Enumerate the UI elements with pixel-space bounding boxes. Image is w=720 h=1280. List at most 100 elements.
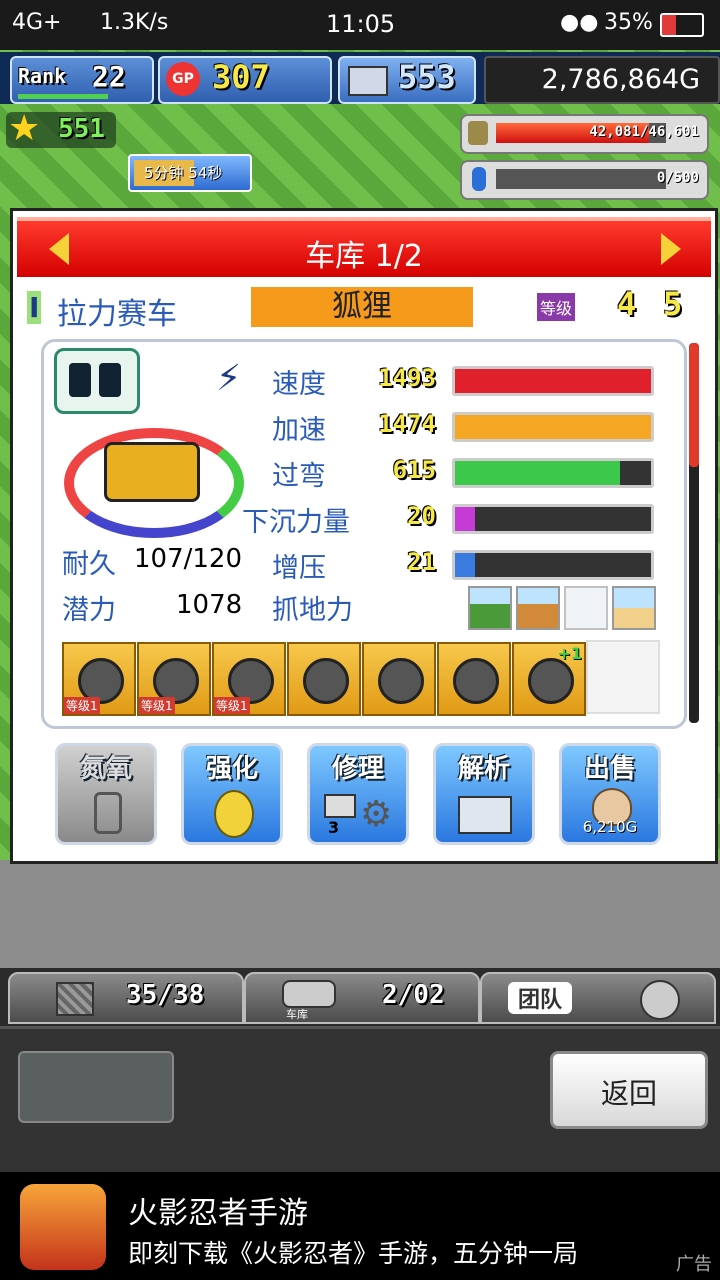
timer-text: 5分钟 54秒 (144, 164, 223, 182)
rank-progress-icon (18, 94, 108, 99)
scrollbar-thumb[interactable] (689, 343, 699, 467)
stat-label: 加速 (272, 415, 326, 446)
repair-label: 修理 (331, 754, 384, 784)
water-icon (472, 167, 486, 191)
part-graphic (303, 658, 349, 704)
stat-bar (452, 550, 654, 580)
grip-label: 抓地力 (272, 595, 353, 626)
durability-value: 107/120 (134, 544, 243, 574)
battery-icon (660, 13, 704, 37)
tab-garage[interactable]: 车库 2/02 (244, 972, 480, 1024)
stat-label: 增压 (272, 553, 326, 584)
stat-label: 下沉力量 (242, 507, 350, 538)
gear-icon: ⚙ (360, 794, 393, 835)
stat-value: 20 (407, 502, 436, 530)
potential-label: 潜力 (62, 595, 116, 626)
analyzer-icon (458, 796, 512, 834)
nitro-button[interactable]: 氮氧 (55, 743, 157, 845)
bottom-panel: 返回 (0, 1026, 720, 1175)
nitro-label: 氮氧 (79, 754, 132, 784)
sell-label: 出售 (583, 754, 636, 784)
stat-bar-fill (455, 553, 475, 577)
car-type: 拉力赛车 (57, 297, 177, 332)
info-slot[interactable] (18, 1051, 174, 1123)
stat-bar (452, 458, 654, 488)
stats-panel: ⚡ 速度 1493 加速 1474 过弯 615 下沉力量 20 增压 21 耐久 107/120… (41, 339, 687, 729)
part-graphic (528, 658, 574, 704)
analyze-label: 解析 (457, 754, 510, 784)
brake-part-icon[interactable]: 等级1 (212, 642, 286, 716)
ad-app-icon[interactable] (20, 1184, 106, 1270)
grip-dirt-icon (516, 586, 560, 630)
part-graphic (453, 658, 499, 704)
road-area (0, 860, 720, 970)
clock: 11:05 (326, 10, 396, 38)
rank-label: Rank (18, 64, 67, 88)
tire-part-icon[interactable]: 等级1 (137, 642, 211, 716)
frame-part-icon[interactable]: +1 (512, 642, 586, 716)
upgrade-button[interactable]: 强化 (181, 743, 283, 845)
computer-small-icon (324, 794, 356, 818)
stat-value: 1474 (378, 410, 436, 438)
car-image (64, 428, 244, 538)
network-speed: 1.3K/s (100, 10, 169, 35)
ad-subtitle: 即刻下载《火影忍者》手游，五分钟一局 (128, 1239, 579, 1268)
stat-value: 615 (392, 456, 436, 484)
build-timer[interactable]: 5分钟 54秒 (128, 154, 252, 192)
upgrade-label: 强化 (205, 754, 258, 784)
level-b: 5 (663, 285, 683, 323)
ad-title: 火影忍者手游 (128, 1196, 308, 1231)
repair-count: 3 (328, 818, 340, 837)
gp-icon: GP (166, 62, 200, 96)
ad-tag: 广告 (676, 1254, 712, 1275)
fuel-text: 42,081/46,601 (589, 124, 699, 140)
next-arrow-icon[interactable] (661, 233, 681, 265)
research-box[interactable]: 553 (338, 56, 476, 104)
analyze-button[interactable]: 解析 (433, 743, 535, 845)
wifi-icon: ●● (560, 10, 599, 35)
part-level: 等级1 (139, 697, 175, 714)
part-level: 等级1 (64, 697, 100, 714)
top-hud: Rank 22 GP 307 553 2,786,864G (0, 52, 720, 104)
dialog-titlebar: 车库 1/2 (17, 217, 711, 277)
muffler-part-icon[interactable] (287, 642, 361, 716)
grip-sand-icon (612, 586, 656, 630)
repair-button[interactable]: 修理 3 ⚙ (307, 743, 409, 845)
tire-type-icon (54, 348, 140, 414)
crate-icon (56, 982, 94, 1016)
car-icon (282, 980, 336, 1008)
garage-label: 车库 (286, 1008, 308, 1021)
stat-bar-fill (455, 369, 651, 393)
tab-slots[interactable]: 35/38 (8, 972, 244, 1024)
part-bonus: +1 (557, 644, 582, 663)
car-name[interactable]: 狐狸 (251, 287, 473, 327)
computer-icon (348, 66, 388, 96)
tab-team[interactable]: 团队 (480, 972, 716, 1024)
gp-value: 307 (212, 58, 270, 96)
engine-part-icon[interactable]: 等级1 (62, 642, 136, 716)
ad-banner[interactable]: 火影忍者手游 即刻下载《火影忍者》手游，五分钟一局 广告 (0, 1172, 720, 1280)
sell-price: 6,210G (582, 818, 638, 836)
stat-label: 速度 (272, 369, 326, 400)
back-button[interactable]: 返回 (550, 1051, 708, 1129)
car-header: I 拉力赛车 狐狸 等级 4 5 (23, 283, 713, 333)
potential-value: 1078 (176, 590, 243, 620)
oil-part-icon[interactable] (437, 642, 511, 716)
nitro-tank-icon (94, 792, 122, 834)
chain-part-icon[interactable] (362, 642, 436, 716)
status-bar: 4G+ 1.3K/s 11:05 ●● 35% (0, 0, 720, 50)
team-avatar-icon (640, 980, 680, 1020)
rank-box[interactable]: Rank 22 (10, 56, 154, 104)
gp-box[interactable]: GP 307 (158, 56, 332, 104)
scrollbar[interactable] (689, 343, 699, 723)
stat-bar-fill (455, 461, 620, 485)
grip-snow-icon (564, 586, 608, 630)
sell-button[interactable]: 出售 6,210G (559, 743, 661, 845)
stat-bar-fill (455, 507, 475, 531)
empty-part-slot[interactable] (586, 640, 660, 714)
car-rank-badge: I (27, 291, 42, 324)
stat-bar-fill (455, 415, 651, 439)
stat-value: 1493 (378, 364, 436, 392)
level-a: 4 (617, 285, 637, 323)
water-track (496, 169, 666, 189)
